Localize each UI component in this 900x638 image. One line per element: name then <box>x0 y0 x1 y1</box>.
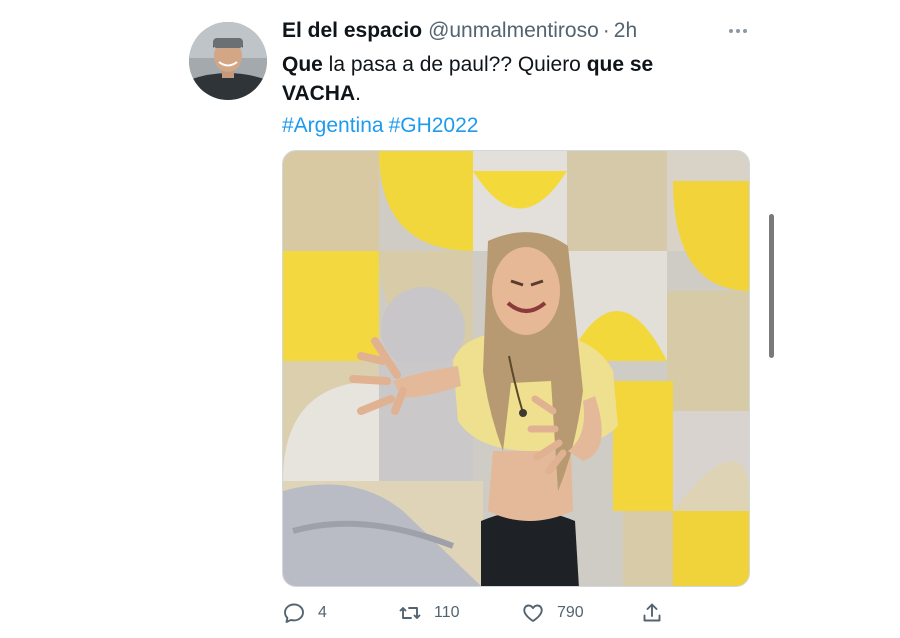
author-name[interactable]: El del espacio <box>282 19 422 43</box>
reply-icon <box>284 603 304 623</box>
heart-icon <box>523 604 543 622</box>
author-handle[interactable]: @unmalmentiroso <box>428 19 599 43</box>
tweet-text: Que la pasa a de paul?? Quiero que se VAC… <box>282 50 712 108</box>
media-illustration <box>283 151 749 586</box>
scrollbar-thumb[interactable] <box>769 214 774 358</box>
share-icon <box>643 603 661 622</box>
tweet-media-image[interactable] <box>282 150 750 587</box>
hashtags: #Argentina #GH2022 <box>282 111 483 140</box>
tweet-timestamp[interactable]: 2h <box>614 19 637 43</box>
hashtag-gh2022[interactable]: #GH2022 <box>389 114 479 137</box>
tweet-header: El del espacio @unmalmentiroso · 2h <box>282 19 637 49</box>
text-bold-2: que se <box>586 53 654 76</box>
share-button[interactable] <box>640 598 664 628</box>
tweet-card[interactable]: El del espacio @unmalmentiroso · 2h Que … <box>0 0 900 638</box>
avatar[interactable] <box>189 22 267 100</box>
retweet-button[interactable]: 110 <box>398 598 460 628</box>
retweet-count: 110 <box>434 604 460 621</box>
reply-count: 4 <box>318 604 327 621</box>
text-bold-1: Que <box>282 53 323 76</box>
text-plain-2: . <box>355 82 361 105</box>
text-plain-1: la pasa a de paul?? Quiero <box>322 53 587 76</box>
reply-button[interactable]: 4 <box>282 598 327 628</box>
like-count: 790 <box>557 604 584 621</box>
avatar-photo <box>189 22 267 100</box>
hashtag-argentina[interactable]: #Argentina <box>282 114 384 137</box>
tweet-actions: 4 110 790 <box>282 598 682 628</box>
separator-dot: · <box>602 19 610 42</box>
more-options-icon[interactable] <box>726 21 750 41</box>
like-button[interactable]: 790 <box>521 598 584 628</box>
text-bold-3: VACHA <box>282 82 356 105</box>
retweet-icon <box>399 607 421 619</box>
